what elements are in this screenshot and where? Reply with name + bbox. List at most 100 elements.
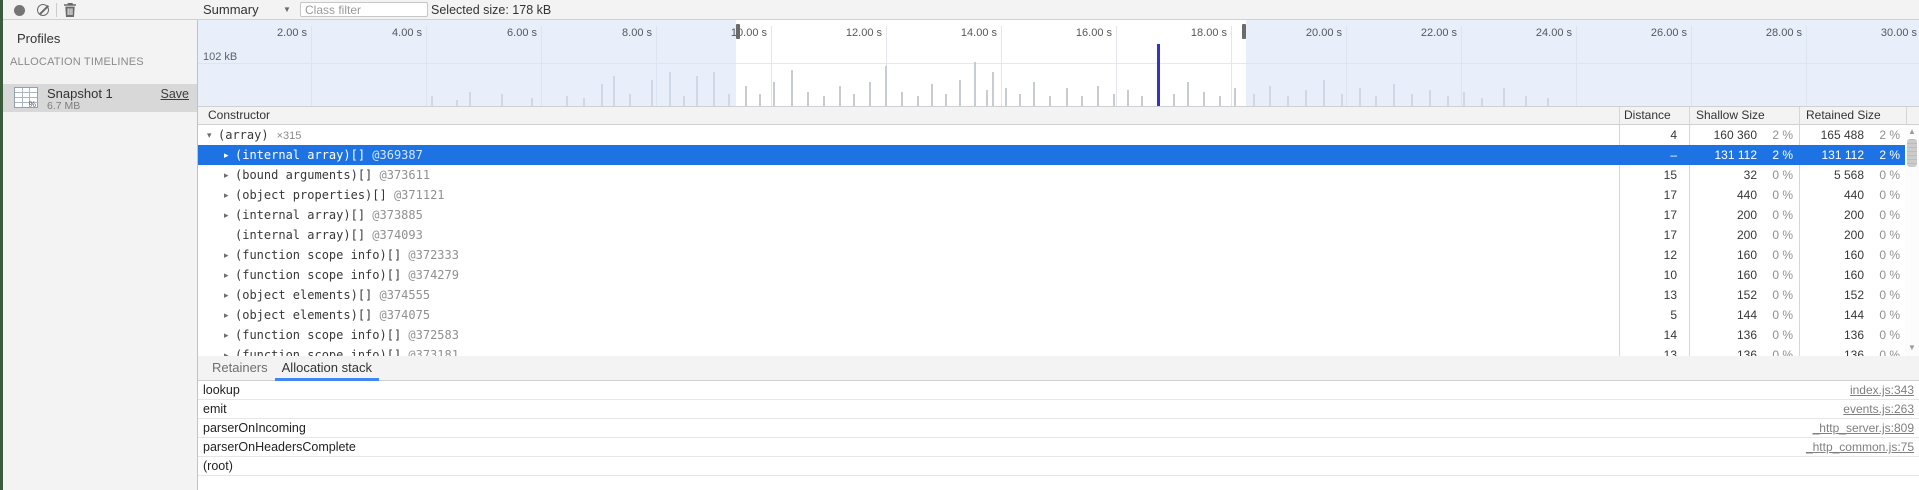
heap-row[interactable]: ▸(object properties)[] @371121174400 %44… xyxy=(198,185,1919,205)
retained-size-percent: 2 % xyxy=(1879,125,1900,145)
ruler-tick-label: 16.00 s xyxy=(1042,27,1112,39)
trash-icon[interactable] xyxy=(63,2,77,18)
retained-size-value: 160 xyxy=(1844,265,1864,285)
heap-object-grid: ▾(array)×3154160 3602 %165 4882 %▸(inter… xyxy=(198,125,1919,356)
object-id: @374093 xyxy=(372,228,423,242)
distance-cell: 14 xyxy=(1619,325,1677,345)
retained-size-value: 200 xyxy=(1844,225,1864,245)
window-right-handle[interactable] xyxy=(1242,24,1246,39)
allocation-bar xyxy=(974,62,976,106)
constructor-name: (bound arguments)[] xyxy=(235,168,380,182)
expand-arrow-icon[interactable]: ▸ xyxy=(224,165,235,185)
heap-row[interactable]: ▸(function scope info)[] @374279101600 %… xyxy=(198,265,1919,285)
distance-cell: 17 xyxy=(1619,225,1677,245)
snapshot-save-link[interactable]: Save xyxy=(161,87,190,101)
tab-allocation-stack[interactable]: Allocation stack xyxy=(275,357,379,381)
retained-size-value: 5 568 xyxy=(1834,165,1864,185)
column-header-constructor[interactable]: Constructor xyxy=(208,107,270,124)
heap-row[interactable]: ▸(function scope info)[] @373181131360 %… xyxy=(198,345,1919,356)
window-edge xyxy=(0,0,3,490)
distance-cell: 17 xyxy=(1619,185,1677,205)
constructor-cell: ▸(internal array)[] @369387 xyxy=(198,145,1645,165)
shallow-size-cell: 2000 % xyxy=(1689,225,1799,245)
summary-dropdown[interactable]: Summary xyxy=(203,0,259,20)
expand-arrow-icon[interactable]: ▸ xyxy=(224,325,235,345)
heap-row[interactable]: ▸(function scope info)[] @372333121600 %… xyxy=(198,245,1919,265)
stack-frame[interactable]: (root) xyxy=(198,457,1919,476)
stack-frame[interactable]: emitevents.js:263 xyxy=(198,400,1919,419)
stack-frame[interactable]: parserOnHeadersComplete _http_common.js:7… xyxy=(198,438,1919,457)
retained-size-percent: 2 % xyxy=(1879,145,1900,165)
scroll-down-icon[interactable]: ▼ xyxy=(1905,343,1919,353)
scroll-up-icon[interactable]: ▲ xyxy=(1905,127,1919,137)
allocation-overview-timeline[interactable]: 102 kB 2.00 s4.00 s6.00 s8.00 s10.00 s12… xyxy=(198,20,1919,106)
instance-count: ×315 xyxy=(277,130,302,142)
expand-arrow-icon[interactable]: ▸ xyxy=(224,345,235,356)
heap-row[interactable]: ▸(internal array)[] @369387–131 1122 %13… xyxy=(198,145,1919,165)
source-location-link[interactable]: _http_common.js:75 xyxy=(1806,438,1914,456)
expand-arrow-icon[interactable]: ▸ xyxy=(224,305,235,325)
stack-frame[interactable]: parserOnIncoming_http_server.js:809 xyxy=(198,419,1919,438)
constructor-name: (function scope info)[] xyxy=(235,348,408,356)
ruler-tick-label: 12.00 s xyxy=(812,27,882,39)
ruler-tick-label: 8.00 s xyxy=(582,27,652,39)
heap-row[interactable]: ▸(bound arguments)[] @37361115320 %5 568… xyxy=(198,165,1919,185)
retained-size-cell: 1440 % xyxy=(1799,305,1906,325)
allocation-bar xyxy=(1049,96,1051,106)
heap-row[interactable]: ▸(object elements)[] @37407551440 %1440 … xyxy=(198,305,1919,325)
snapshot-item[interactable]: % Snapshot 1 6.7 MB Save xyxy=(3,84,197,112)
heap-row[interactable]: ▸(function scope info)[] @372583141360 %… xyxy=(198,325,1919,345)
expand-arrow-icon[interactable]: ▸ xyxy=(224,265,235,285)
heap-snapshot-icon: % xyxy=(14,87,38,108)
retained-size-percent: 0 % xyxy=(1879,205,1900,225)
allocation-bar xyxy=(1081,96,1083,106)
retained-size-cell: 1360 % xyxy=(1799,345,1906,356)
retained-size-value: 165 488 xyxy=(1821,125,1864,145)
shallow-size-percent: 0 % xyxy=(1772,185,1793,205)
allocation-bar xyxy=(791,70,793,106)
expand-arrow-icon[interactable]: ▸ xyxy=(224,185,235,205)
clear-all-icon[interactable] xyxy=(37,4,49,16)
scrollbar-thumb[interactable] xyxy=(1907,139,1917,167)
constructor-name: (internal array)[] xyxy=(235,148,372,162)
source-location-link[interactable]: _http_server.js:809 xyxy=(1813,419,1914,437)
chevron-down-icon[interactable]: ▼ xyxy=(283,0,291,20)
stack-frame-name: parserOnHeadersComplete xyxy=(203,438,356,456)
detail-tabs: RetainersAllocation stack xyxy=(198,356,1919,381)
column-header-retained-size[interactable]: Retained Size xyxy=(1806,107,1881,124)
object-id: @369387 xyxy=(372,148,423,162)
heap-row[interactable]: ▾(array)×3154160 3602 %165 4882 % xyxy=(198,125,1919,145)
ruler-tick-label: 28.00 s xyxy=(1732,27,1802,39)
shallow-size-value: 440 xyxy=(1737,185,1757,205)
stack-frame[interactable]: lookupindex.js:343 xyxy=(198,381,1919,400)
constructor-name: (object properties)[] xyxy=(235,188,394,202)
allocation-bar xyxy=(1113,94,1115,106)
constructor-name: (function scope info)[] xyxy=(235,248,408,262)
distance-cell: 10 xyxy=(1619,265,1677,285)
expand-arrow-icon[interactable]: ▸ xyxy=(224,145,235,165)
source-location-link[interactable]: events.js:263 xyxy=(1843,400,1914,418)
column-header-shallow-size[interactable]: Shallow Size xyxy=(1696,107,1765,124)
ruler-tick-label: 18.00 s xyxy=(1157,27,1227,39)
window-left-handle[interactable] xyxy=(736,24,740,39)
class-filter-input[interactable] xyxy=(300,2,428,17)
expand-arrow-icon[interactable]: ▸ xyxy=(224,245,235,265)
heap-row[interactable]: ▸(internal array)[] @373885172000 %2000 … xyxy=(198,205,1919,225)
heap-row[interactable]: ▸(object elements)[] @374555131520 %1520… xyxy=(198,285,1919,305)
expand-arrow-icon[interactable]: ▾ xyxy=(207,125,218,145)
object-id: @372583 xyxy=(408,328,459,342)
constructor-cell: ▸(function scope info)[] @372583 xyxy=(198,325,1645,345)
expand-arrow-icon[interactable]: ▸ xyxy=(224,285,235,305)
allocation-bar xyxy=(1173,94,1175,106)
record-icon[interactable] xyxy=(14,5,25,16)
source-location-link[interactable]: index.js:343 xyxy=(1850,381,1914,399)
tab-retainers[interactable]: Retainers xyxy=(205,357,275,378)
grid-scrollbar[interactable]: ▲ ▼ xyxy=(1905,125,1919,356)
expand-arrow-icon[interactable]: ▸ xyxy=(224,205,235,225)
heap-row[interactable]: (internal array)[] @374093172000 %2000 % xyxy=(198,225,1919,245)
column-header-distance[interactable]: Distance xyxy=(1624,107,1671,124)
allocation-bar xyxy=(931,84,933,106)
allocation-bar xyxy=(839,86,841,106)
retained-size-cell: 1600 % xyxy=(1799,265,1906,285)
timeline-gridline xyxy=(1001,26,1002,106)
